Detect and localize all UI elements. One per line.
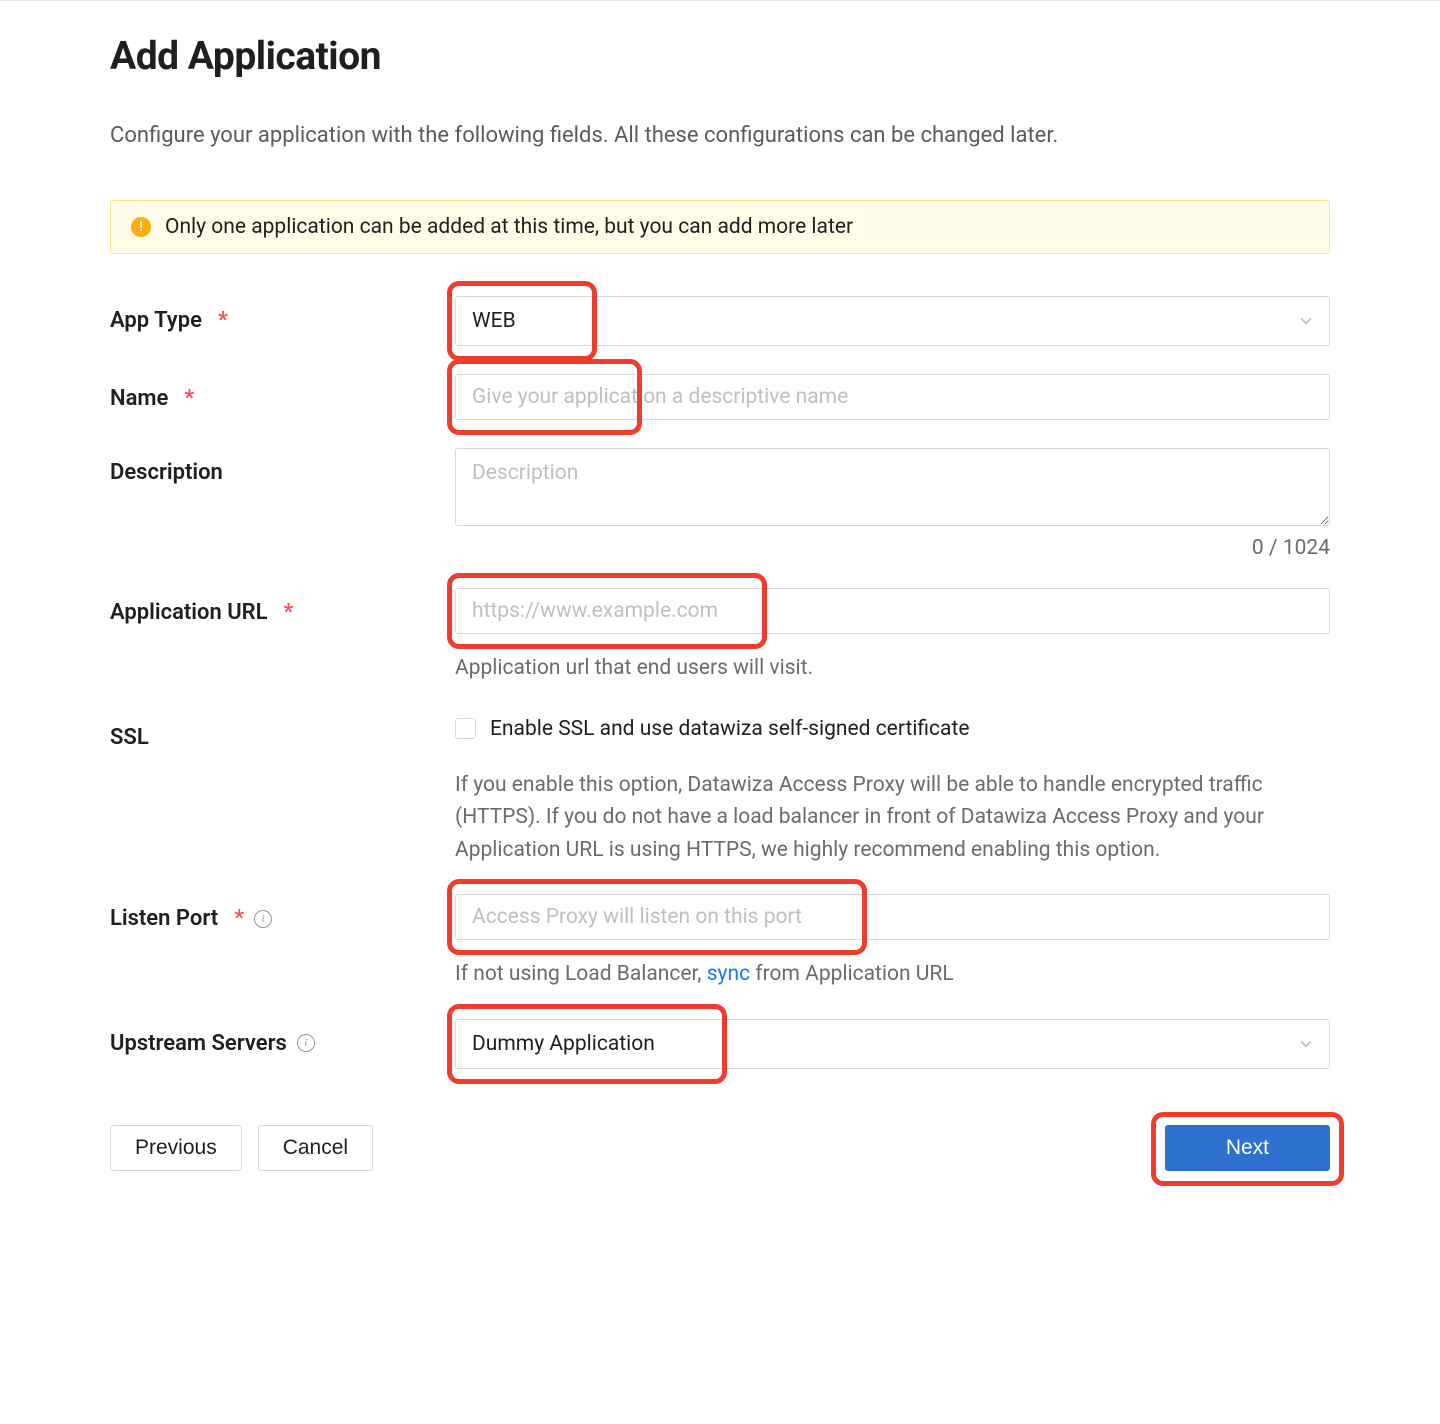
listen-port-help: If not using Load Balancer, sync from Ap…	[455, 958, 1330, 991]
alert-banner: ! Only one application can be added at t…	[110, 200, 1330, 254]
label-listen-port: Listen Port* i	[110, 894, 455, 931]
next-button[interactable]: Next	[1165, 1125, 1330, 1171]
application-url-input[interactable]	[455, 588, 1330, 634]
description-counter: 0 / 1024	[455, 536, 1330, 560]
ssl-help: If you enable this option, Datawiza Acce…	[455, 769, 1330, 867]
label-app-type: App Type*	[110, 296, 455, 333]
chevron-down-icon	[1299, 1037, 1313, 1051]
ssl-checkbox[interactable]	[455, 718, 476, 739]
cancel-button[interactable]: Cancel	[258, 1125, 373, 1171]
upstream-value: Dummy Application	[472, 1032, 655, 1056]
app-type-select[interactable]: WEB	[455, 296, 1330, 346]
chevron-down-icon	[1299, 314, 1313, 328]
warning-icon: !	[131, 217, 151, 237]
upstream-select[interactable]: Dummy Application	[455, 1019, 1330, 1069]
label-application-url: Application URL*	[110, 588, 455, 625]
sync-link[interactable]: sync	[707, 962, 750, 986]
name-input[interactable]	[455, 374, 1330, 420]
listen-port-input[interactable]	[455, 894, 1330, 940]
label-upstream: Upstream Servers i	[110, 1019, 455, 1056]
label-ssl: SSL	[110, 713, 455, 750]
label-name: Name*	[110, 374, 455, 411]
previous-button[interactable]: Previous	[110, 1125, 242, 1171]
label-description: Description	[110, 448, 455, 485]
intro-text: Configure your application with the foll…	[110, 123, 1330, 148]
page-title: Add Application	[110, 33, 1330, 79]
description-textarea[interactable]	[455, 448, 1330, 526]
info-icon[interactable]: i	[254, 910, 272, 928]
alert-text: Only one application can be added at thi…	[165, 215, 853, 239]
ssl-checkbox-label: Enable SSL and use datawiza self-signed …	[490, 717, 969, 741]
info-icon[interactable]: i	[297, 1034, 315, 1052]
application-url-help: Application url that end users will visi…	[455, 652, 1330, 685]
app-type-value: WEB	[472, 309, 516, 333]
